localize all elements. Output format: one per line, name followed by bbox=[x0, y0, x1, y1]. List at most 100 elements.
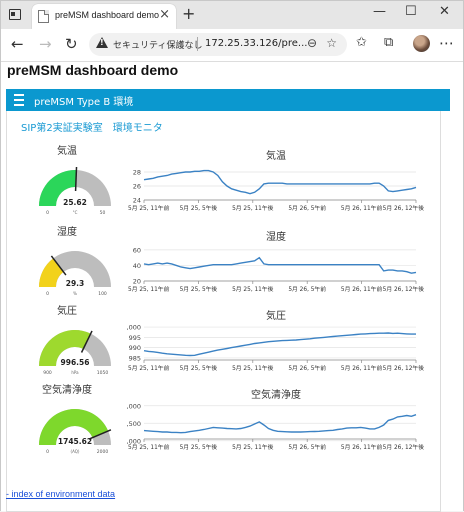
gauge: 25.62 °C 0 50 bbox=[39, 167, 111, 216]
x-tick-label: 5月 25, 11午前 bbox=[128, 443, 170, 451]
address-separator bbox=[197, 37, 198, 51]
x-tick-label: 5月 25, 5午後 bbox=[180, 285, 218, 293]
tab-title: preMSM dashboard demo bbox=[55, 10, 160, 20]
chart-title: 気圧 bbox=[266, 311, 286, 322]
series-line bbox=[143, 169, 417, 195]
page-title: preMSM dashboard demo bbox=[7, 62, 179, 78]
line-chart: 985 990 995 1,000 5月 25, 11午前 5月 25, 5午後 5月 25… bbox=[126, 324, 425, 372]
gauge-title: 気圧 bbox=[57, 306, 77, 317]
chart-title: 気温 bbox=[266, 151, 286, 162]
gauge-title: 湿度 bbox=[57, 227, 77, 238]
tab-bar: preMSM dashboard demo × + — ☐ ✕ bbox=[1, 1, 463, 29]
address-bar[interactable]: セキュリティ保護なし 172.25.33.126/pre... ⊖ ☆ bbox=[89, 33, 347, 56]
more-menu-icon[interactable]: ⋯ bbox=[439, 34, 454, 52]
line-chart: 1,0001,5002,0005月 25, 11午前5月 25, 5午後5月 2… bbox=[126, 402, 425, 451]
x-tick-label: 5月 26, 12午後 bbox=[383, 443, 425, 451]
y-tick-label: 28 bbox=[133, 169, 141, 177]
y-tick-label: 2,000 bbox=[126, 402, 141, 410]
x-tick-label: 5月 25, 11午後 bbox=[232, 443, 274, 451]
x-tick-label: 5月 25, 11午前 bbox=[128, 204, 170, 212]
x-tick-label: 5月 26, 11午前 bbox=[341, 443, 383, 451]
x-tick-label: 5月 26, 5午前 bbox=[288, 285, 326, 293]
gauge-min-label: 0 bbox=[46, 449, 49, 455]
profile-avatar[interactable] bbox=[413, 35, 430, 52]
gauge-value: 25.62 bbox=[63, 198, 87, 207]
x-tick-label: 5月 26, 12午後 bbox=[383, 204, 425, 212]
zoom-icon[interactable]: ⊖ bbox=[307, 36, 317, 50]
index-link[interactable]: - index of environment data bbox=[6, 489, 115, 499]
page-content: preMSM dashboard demo preMSM Type B 環境 S… bbox=[1, 62, 463, 512]
browser-tab[interactable]: preMSM dashboard demo × bbox=[32, 4, 176, 29]
refresh-icon[interactable]: ↻ bbox=[65, 35, 78, 53]
gauge: 29.3% 0 100 bbox=[39, 251, 111, 297]
y-tick-label: 26 bbox=[133, 183, 141, 191]
y-tick-label: 985 bbox=[129, 354, 141, 362]
gauge: 996.56 hPa 900 1050 bbox=[39, 330, 111, 376]
chart-title: 湿度 bbox=[266, 232, 286, 243]
line-chart: 20 40 60 5月 25, 11午前 5月 25, 5午後 5月 25, 11午後 5月… bbox=[128, 246, 425, 293]
chart-title: 空気清浄度 bbox=[251, 390, 301, 401]
gauge-unit: °C bbox=[73, 210, 78, 215]
url-text[interactable]: 172.25.33.126/pre... bbox=[205, 38, 307, 49]
x-tick-label: 5月 25, 11午前 bbox=[128, 364, 170, 372]
security-label[interactable]: セキュリティ保護なし bbox=[113, 38, 202, 51]
hamburger-menu-icon[interactable] bbox=[14, 94, 24, 106]
gauge-unit: (AQ) bbox=[71, 449, 80, 454]
gauge-min-label: 0 bbox=[46, 210, 49, 216]
x-tick-label: 5月 25, 5午後 bbox=[180, 443, 218, 451]
gauge-max-label: 50 bbox=[100, 210, 106, 216]
y-tick-label: 1,000 bbox=[126, 324, 141, 332]
panel-header: preMSM Type B 環境 bbox=[6, 89, 450, 111]
gauge-max-label: 100 bbox=[98, 291, 107, 297]
gauge-min-label: 900 bbox=[43, 370, 52, 376]
collections-icon[interactable]: ⧉ bbox=[384, 35, 393, 50]
gauge-unit: % bbox=[73, 291, 77, 296]
add-favorite-icon[interactable]: ☆ bbox=[326, 36, 337, 50]
gauge-value: 1745.62 bbox=[58, 437, 92, 446]
favorites-star-icon[interactable]: ✩ bbox=[356, 35, 367, 50]
forward-arrow-icon[interactable]: → bbox=[39, 35, 52, 53]
x-tick-label: 5月 26, 12午後 bbox=[383, 285, 425, 293]
back-arrow-icon[interactable]: ← bbox=[11, 35, 24, 53]
navigation-bar: ← → ↻ セキュリティ保護なし 172.25.33.126/pre... ⊖ … bbox=[1, 29, 463, 62]
x-tick-label: 5月 26, 12午後 bbox=[383, 364, 425, 372]
series-line bbox=[143, 414, 417, 434]
x-tick-label: 5月 26, 5午前 bbox=[288, 443, 326, 451]
x-tick-label: 5月 25, 11午後 bbox=[232, 204, 274, 212]
gauge: 1745.62 (AQ) 0 2000 bbox=[39, 409, 112, 455]
gauge-unit: hPa bbox=[71, 370, 79, 375]
gauge-max-label: 1050 bbox=[97, 370, 109, 376]
maximize-icon[interactable]: ☐ bbox=[405, 4, 417, 19]
gauge-title: 気温 bbox=[57, 146, 77, 157]
x-tick-label: 5月 26, 11午前 bbox=[341, 204, 383, 212]
series-line bbox=[143, 332, 416, 357]
new-tab-icon[interactable]: + bbox=[182, 4, 195, 23]
y-tick-label: 1,500 bbox=[126, 420, 141, 428]
page-favicon-icon bbox=[38, 10, 49, 23]
y-tick-label: 40 bbox=[133, 262, 141, 270]
x-tick-label: 5月 26, 11午前 bbox=[341, 364, 383, 372]
window-menu-icon[interactable] bbox=[9, 9, 21, 20]
x-tick-label: 5月 25, 11午前 bbox=[128, 285, 170, 293]
x-tick-label: 5月 26, 5午前 bbox=[288, 204, 326, 212]
y-tick-label: 60 bbox=[133, 246, 141, 254]
x-tick-label: 5月 26, 11午前 bbox=[341, 285, 383, 293]
x-tick-label: 5月 25, 11午後 bbox=[232, 285, 274, 293]
x-tick-label: 5月 25, 11午後 bbox=[232, 364, 274, 372]
y-tick-label: 24 bbox=[133, 197, 141, 205]
browser-window: preMSM dashboard demo × + — ☐ ✕ ← → ↻ セキ… bbox=[0, 0, 464, 512]
gauge-needle bbox=[74, 167, 78, 192]
y-tick-label: 990 bbox=[129, 344, 141, 352]
gauge-value: 29.3 bbox=[66, 279, 85, 288]
close-tab-icon[interactable]: × bbox=[159, 7, 170, 22]
gauge-value: 996.56 bbox=[61, 358, 90, 367]
close-window-icon[interactable]: ✕ bbox=[439, 4, 450, 19]
y-tick-label: 995 bbox=[129, 334, 141, 342]
warning-icon[interactable] bbox=[96, 37, 108, 48]
group-label: SIP第2実証実験室 環境モニタ bbox=[21, 123, 163, 134]
gauge-min-label: 0 bbox=[46, 291, 49, 297]
gauge-title: 空気清浄度 bbox=[42, 385, 92, 396]
minimize-icon[interactable]: — bbox=[373, 4, 386, 19]
x-tick-label: 5月 25, 5午後 bbox=[180, 204, 218, 212]
x-tick-label: 5月 25, 5午後 bbox=[180, 364, 218, 372]
